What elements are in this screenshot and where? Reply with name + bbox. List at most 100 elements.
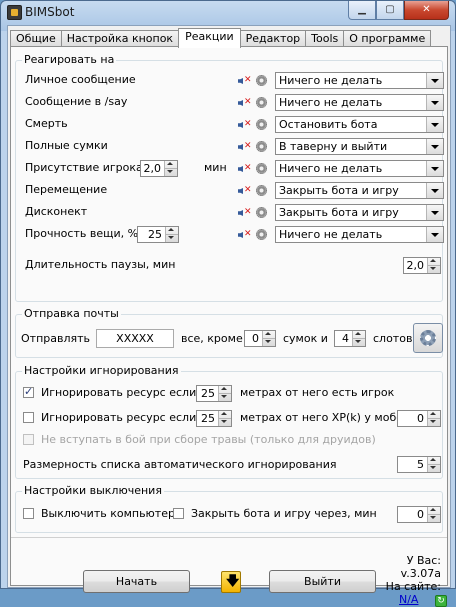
maximize-button[interactable]: ▢ bbox=[376, 1, 404, 20]
chevron-down-icon[interactable] bbox=[426, 73, 443, 88]
mute-icon[interactable]: ✕ bbox=[238, 185, 252, 196]
gear-icon[interactable] bbox=[256, 163, 267, 174]
tab-reactions[interactable]: Реакции bbox=[178, 28, 241, 48]
ignore-xp-value-spinner[interactable]: 0 bbox=[397, 410, 441, 427]
reaction-label-movement: Перемещение bbox=[25, 183, 108, 196]
caption-buttons: ▁ ▢ ✕ bbox=[348, 1, 449, 20]
no-combat-herbs-checkbox[interactable] bbox=[23, 434, 34, 445]
select-value: Ничего не делать bbox=[279, 228, 383, 241]
ignore-list-size-spinner[interactable]: 5 bbox=[397, 456, 441, 473]
spinner-buttons[interactable] bbox=[164, 161, 177, 176]
ignore-group: Настройки игнорирования Игнорировать рес… bbox=[15, 364, 443, 479]
tab-tools[interactable]: Tools bbox=[305, 30, 345, 47]
mute-icon[interactable]: ✕ bbox=[238, 97, 252, 108]
spinner-buttons[interactable] bbox=[262, 331, 275, 346]
shutdown-pc-checkbox[interactable] bbox=[23, 508, 34, 519]
close-button[interactable]: ✕ bbox=[404, 1, 449, 20]
tab-general[interactable]: Общие bbox=[10, 30, 62, 47]
select-value: Закрыть бота и игру bbox=[279, 206, 399, 219]
ignore-player-checkbox[interactable] bbox=[23, 385, 34, 398]
ignore-player-label: Игнорировать ресурс если в bbox=[41, 386, 207, 399]
reaction-select-private-message[interactable]: Ничего не делать bbox=[275, 72, 444, 89]
close-bot-checkbox[interactable] bbox=[173, 508, 184, 519]
reaction-select-disconnect[interactable]: Закрыть бота и игру bbox=[275, 204, 444, 221]
exit-button[interactable]: Выйти bbox=[269, 570, 376, 593]
you-have-label: У Вас: bbox=[406, 554, 441, 567]
mail-recipient-input[interactable]: XXXXX bbox=[96, 329, 174, 348]
reaction-label-death: Смерть bbox=[25, 117, 68, 130]
gear-icon[interactable] bbox=[256, 97, 267, 108]
spinner-value: 4 bbox=[342, 332, 349, 345]
footer-separator bbox=[11, 537, 447, 538]
mail-group: Отправка почты Отправлять XXXXX все, кро… bbox=[15, 307, 443, 358]
spinner-buttons[interactable] bbox=[165, 227, 178, 242]
mute-icon[interactable]: ✕ bbox=[238, 141, 252, 152]
gear-icon[interactable] bbox=[256, 185, 267, 196]
player-presence-unit: мин bbox=[204, 161, 227, 174]
spinner-buttons[interactable] bbox=[427, 258, 440, 273]
spinner-buttons[interactable] bbox=[427, 411, 440, 426]
close-bot-minutes-spinner[interactable]: 0 bbox=[397, 506, 441, 523]
ignore-xp-distance-spinner[interactable]: 25 bbox=[196, 410, 232, 427]
mute-icon[interactable]: ✕ bbox=[238, 207, 252, 218]
select-value: Ничего не делать bbox=[279, 74, 383, 87]
reaction-select-death[interactable]: Остановить бота bbox=[275, 116, 444, 133]
reaction-select-full-bags[interactable]: В таверну и выйти bbox=[275, 138, 444, 155]
mute-icon[interactable]: ✕ bbox=[238, 119, 252, 130]
shutdown-pc-label: Выключить компьютер bbox=[41, 507, 175, 520]
version-text: v.3.07a bbox=[400, 567, 441, 580]
tab-button-settings[interactable]: Настройка кнопок bbox=[60, 30, 180, 47]
reaction-select-say-message[interactable]: Ничего не делать bbox=[275, 94, 444, 111]
reaction-select-durability[interactable]: Ничего не делать bbox=[275, 226, 444, 243]
spinner-buttons[interactable] bbox=[218, 386, 231, 401]
ignore-player-distance-spinner[interactable]: 25 bbox=[196, 385, 232, 402]
spinner-value: 5 bbox=[417, 458, 424, 471]
chevron-down-icon[interactable] bbox=[426, 95, 443, 110]
mail-group-title: Отправка почты bbox=[22, 307, 121, 320]
spinner-buttons[interactable] bbox=[218, 411, 231, 426]
ignore-xp-checkbox[interactable] bbox=[23, 412, 34, 423]
title-bar[interactable]: BIMSbot ▁ ▢ ✕ bbox=[1, 1, 455, 23]
select-value: В таверну и выйти bbox=[279, 140, 388, 153]
mute-icon[interactable]: ✕ bbox=[238, 229, 252, 240]
player-presence-spinner[interactable]: 2,0 bbox=[140, 160, 178, 177]
spinner-buttons[interactable] bbox=[427, 507, 440, 522]
minimize-button[interactable]: ▁ bbox=[348, 1, 376, 20]
durability-spinner[interactable]: 25 bbox=[137, 226, 179, 243]
tab-editor[interactable]: Редактор bbox=[239, 30, 307, 47]
pause-duration-spinner[interactable]: 2,0 bbox=[403, 257, 441, 274]
gear-icon[interactable] bbox=[256, 141, 267, 152]
refresh-icon[interactable]: ↻ bbox=[435, 595, 447, 607]
select-value: Закрыть бота и игру bbox=[279, 184, 399, 197]
tab-strip: Общие Настройка кнопок Реакции Редактор … bbox=[10, 28, 432, 48]
spinner-buttons[interactable] bbox=[427, 457, 440, 472]
gear-icon[interactable] bbox=[256, 75, 267, 86]
mail-settings-button[interactable] bbox=[413, 323, 443, 353]
mail-bags-label: сумок и bbox=[283, 332, 328, 345]
reaction-label-full-bags: Полные сумки bbox=[25, 139, 108, 152]
site-version-link[interactable]: N/A bbox=[399, 593, 418, 606]
chevron-down-icon[interactable] bbox=[426, 205, 443, 220]
gear-icon bbox=[420, 330, 436, 346]
mute-icon[interactable]: ✕ bbox=[238, 163, 252, 174]
reaction-select-movement[interactable]: Закрыть бота и игру bbox=[275, 182, 444, 199]
download-arrow-button[interactable]: 🡇 bbox=[221, 571, 241, 593]
chevron-down-icon[interactable] bbox=[426, 183, 443, 198]
reaction-select-player-presence[interactable]: Ничего не делать bbox=[275, 160, 444, 177]
chevron-down-icon[interactable] bbox=[426, 117, 443, 132]
chevron-down-icon[interactable] bbox=[426, 139, 443, 154]
spinner-value: 25 bbox=[148, 228, 162, 241]
spinner-value: 25 bbox=[201, 387, 215, 400]
gear-icon[interactable] bbox=[256, 119, 267, 130]
arrow-down-icon: 🡇 bbox=[226, 574, 240, 589]
start-button[interactable]: Начать bbox=[83, 570, 190, 593]
gear-icon[interactable] bbox=[256, 229, 267, 240]
gear-icon[interactable] bbox=[256, 207, 267, 218]
tab-about[interactable]: О программе bbox=[343, 30, 432, 47]
mail-slots-spinner[interactable]: 4 bbox=[334, 330, 366, 347]
chevron-down-icon[interactable] bbox=[426, 161, 443, 176]
mute-icon[interactable]: ✕ bbox=[238, 75, 252, 86]
mail-bags-spinner[interactable]: 0 bbox=[244, 330, 276, 347]
chevron-down-icon[interactable] bbox=[426, 227, 443, 242]
spinner-buttons[interactable] bbox=[352, 331, 365, 346]
